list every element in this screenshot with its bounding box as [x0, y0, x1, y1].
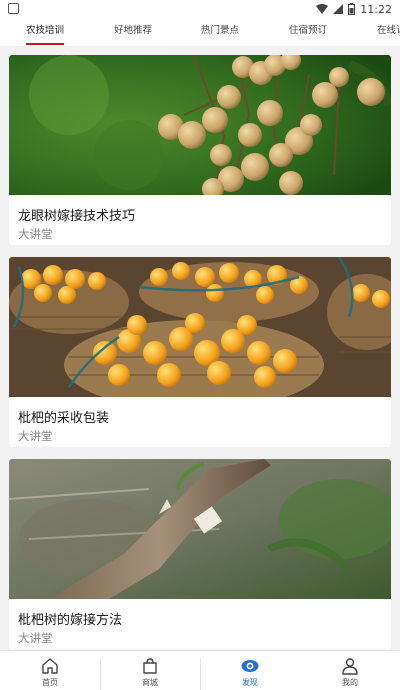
- clock: 11:22: [360, 2, 392, 16]
- tab-lodging[interactable]: 住宿预订: [289, 18, 327, 46]
- category-tabs: 农技培训 好地推荐 热门景点 住宿预订 在线订: [0, 18, 400, 46]
- app-notification-icon: [8, 3, 19, 14]
- tab-online-booking[interactable]: 在线订: [377, 18, 400, 46]
- grafted-branch-image[interactable]: [9, 459, 391, 599]
- nav-mall[interactable]: 商城: [110, 651, 190, 690]
- article-card[interactable]: 枇杷的采收包装 大讲堂: [9, 257, 391, 447]
- article-title[interactable]: 枇杷树的嫁接方法: [18, 609, 122, 628]
- nav-divider: [100, 659, 101, 690]
- battery-icon: [348, 3, 356, 15]
- article-title[interactable]: 枇杷的采收包装: [18, 407, 109, 426]
- loquat-baskets-image[interactable]: [9, 257, 391, 397]
- tab-good-land[interactable]: 好地推荐: [114, 18, 152, 46]
- nav-discover-label: 发现: [242, 678, 258, 687]
- article-source: 大讲堂: [18, 631, 53, 645]
- nav-mall-label: 商城: [142, 678, 158, 687]
- wifi-icon: [316, 4, 329, 14]
- article-source: 大讲堂: [18, 227, 53, 241]
- nav-home-label: 首页: [42, 678, 58, 687]
- bottom-navigation: 首页 商城 发现 我的: [0, 650, 400, 690]
- status-bar: 11:22: [0, 0, 400, 18]
- article-card[interactable]: 龙眼树嫁接技术技巧 大讲堂: [9, 55, 391, 245]
- article-source: 大讲堂: [18, 429, 53, 443]
- tab-hot-spots[interactable]: 热门景点: [201, 18, 239, 46]
- nav-home[interactable]: 首页: [10, 651, 90, 690]
- signal-icon: [333, 4, 344, 14]
- user-icon: [342, 658, 358, 675]
- article-card[interactable]: 枇杷树的嫁接方法 大讲堂: [9, 459, 391, 649]
- shopping-bag-icon: [143, 658, 157, 674]
- nav-mine[interactable]: 我的: [310, 651, 390, 690]
- article-title[interactable]: 龙眼树嫁接技术技巧: [18, 205, 135, 224]
- active-tab-indicator: [26, 43, 64, 45]
- nav-divider: [200, 659, 201, 690]
- article-feed[interactable]: 龙眼树嫁接技术技巧 大讲堂 枇杷的采收包装 大讲堂 枇杷树的嫁接方法 大讲堂: [0, 46, 400, 650]
- tab-agri-training[interactable]: 农技培训: [26, 18, 64, 46]
- nav-discover[interactable]: 发现: [210, 651, 290, 690]
- home-icon: [42, 658, 58, 674]
- longan-fruit-image[interactable]: [9, 55, 391, 195]
- status-icons: 11:22: [316, 2, 392, 16]
- discover-eye-icon: [241, 660, 259, 672]
- nav-mine-label: 我的: [342, 678, 358, 687]
